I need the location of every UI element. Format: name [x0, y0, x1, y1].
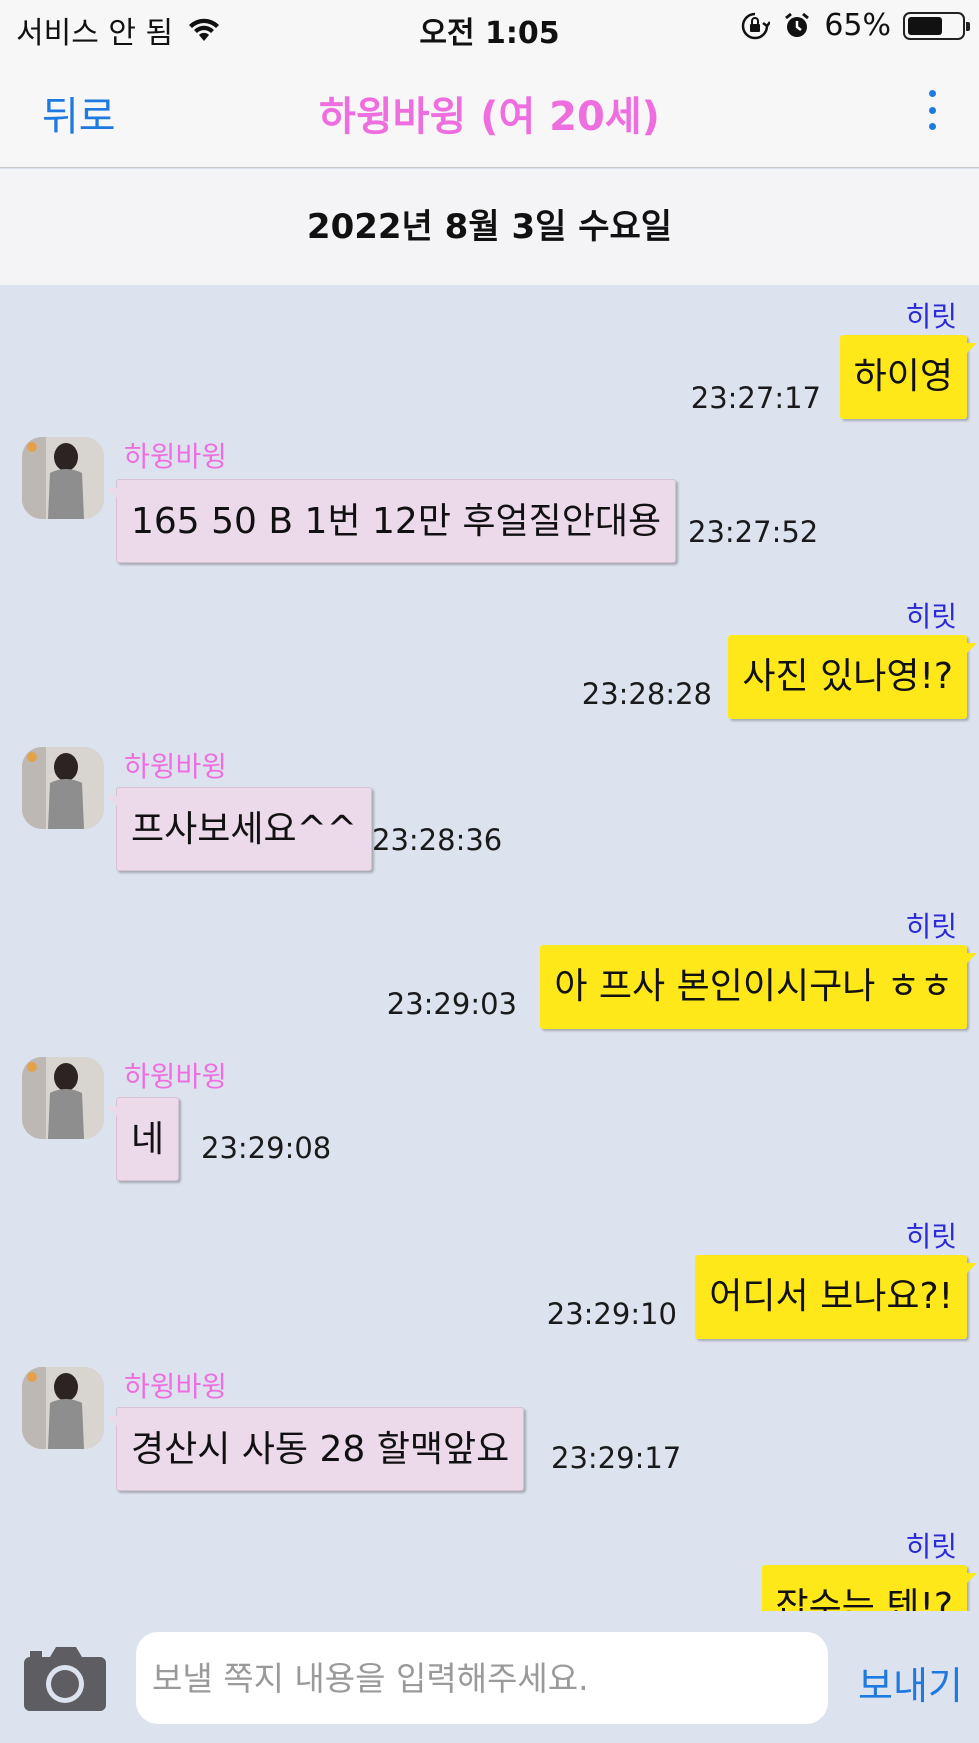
message-row: 하윙바윙 165 50 B 1번 12만 후얼질안대용 23:27:52 [0, 415, 979, 585]
avatar[interactable] [22, 437, 104, 519]
message-bubble[interactable]: 네 [106, 1097, 180, 1181]
message-time: 23:29:03 [386, 987, 517, 1021]
message-row: 히릿 어디서 보나요?! 23:29:10 [0, 1205, 979, 1345]
sender-name: 하윙바윙 [124, 750, 228, 783]
sender-name: 히릿 [905, 300, 957, 333]
profile-photo [22, 1367, 104, 1449]
chat-title: 하윙바윙 (여 20세) [319, 94, 660, 140]
profile-photo [22, 437, 104, 519]
battery-icon [903, 11, 970, 40]
avatar[interactable] [22, 1367, 104, 1449]
message-bubble[interactable]: 165 50 B 1번 12만 후얼질안대용 [106, 479, 677, 563]
message-time: 23:28:28 [581, 677, 712, 711]
input-bar: 보내기 [0, 1611, 979, 1743]
status-right: 65% [740, 8, 970, 43]
avatar[interactable] [22, 1057, 104, 1139]
sender-name: 히릿 [905, 1220, 957, 1253]
send-button[interactable]: 보내기 [858, 1655, 963, 1710]
message-bubble[interactable]: 사진 있나영!? [728, 635, 977, 719]
message-bubble[interactable]: 아 프사 본인이시구나 ㅎㅎ [540, 945, 977, 1029]
rotation-lock-icon [742, 12, 771, 39]
message-bubble[interactable]: 프사보세요^^ [107, 787, 372, 871]
sender-name: 히릿 [905, 600, 957, 633]
camera-icon[interactable] [20, 1643, 110, 1713]
sender-name: 히릿 [905, 910, 957, 943]
profile-photo [22, 747, 104, 829]
message-bubble[interactable]: 경산시 사동 28 할맥앞요 [106, 1407, 525, 1491]
message-bubble[interactable]: 하이영 [839, 335, 978, 419]
message-row: 하윙바윙 경산시 사동 28 할맥앞요 23:29:17 [0, 1345, 979, 1515]
message-row: 하윙바윙 프사보세요^^ 23:28:36 [0, 725, 979, 895]
message-list[interactable]: 히릿 하이영 23:27:17 하윙바윙 165 50 B 1번 12만 후얼질… [0, 285, 979, 1611]
battery-percent: 65% [824, 8, 891, 43]
sender-name: 하윙바윙 [124, 1370, 228, 1403]
nav-bar: 뒤로 하윙바윙 (여 20세) [0, 56, 979, 168]
message-input[interactable] [136, 1632, 828, 1724]
message-time: 23:27:52 [688, 515, 819, 549]
profile-photo [22, 1057, 104, 1139]
message-time: 23:28:36 [372, 823, 503, 857]
message-bubble[interactable]: 어디서 보나요?! [695, 1255, 977, 1339]
message-row: 하윙바윙 네 23:29:08 [0, 1035, 979, 1205]
message-time: 23:29:10 [546, 1297, 677, 1331]
avatar[interactable] [22, 747, 104, 829]
status-bar: 서비스 안 됨 오전 1:05 65% [0, 0, 979, 56]
message-time: 23:27:17 [690, 381, 821, 415]
message-time: 23:29:08 [201, 1131, 332, 1165]
message-row: 히릿 사진 있나영!? 23:28:28 [0, 585, 979, 725]
message-bubble[interactable]: 잡수는 텐!? [761, 1565, 978, 1611]
sender-name: 하윙바윙 [124, 1060, 228, 1093]
message-time: 23:29:17 [551, 1441, 682, 1475]
alarm-icon [785, 12, 810, 37]
message-row: 히릿 하이영 23:27:17 [0, 285, 979, 419]
message-row: 히릿 잡수는 텐!? [0, 1515, 979, 1611]
sender-name: 히릿 [905, 1530, 957, 1563]
date-header: 2022년 8월 3일 수요일 [0, 169, 979, 285]
message-row: 히릿 아 프사 본인이시구나 ㅎㅎ 23:29:03 [0, 895, 979, 1035]
more-menu-icon[interactable] [925, 90, 939, 130]
sender-name: 하윙바윙 [124, 440, 228, 473]
battery-fill [908, 16, 942, 35]
